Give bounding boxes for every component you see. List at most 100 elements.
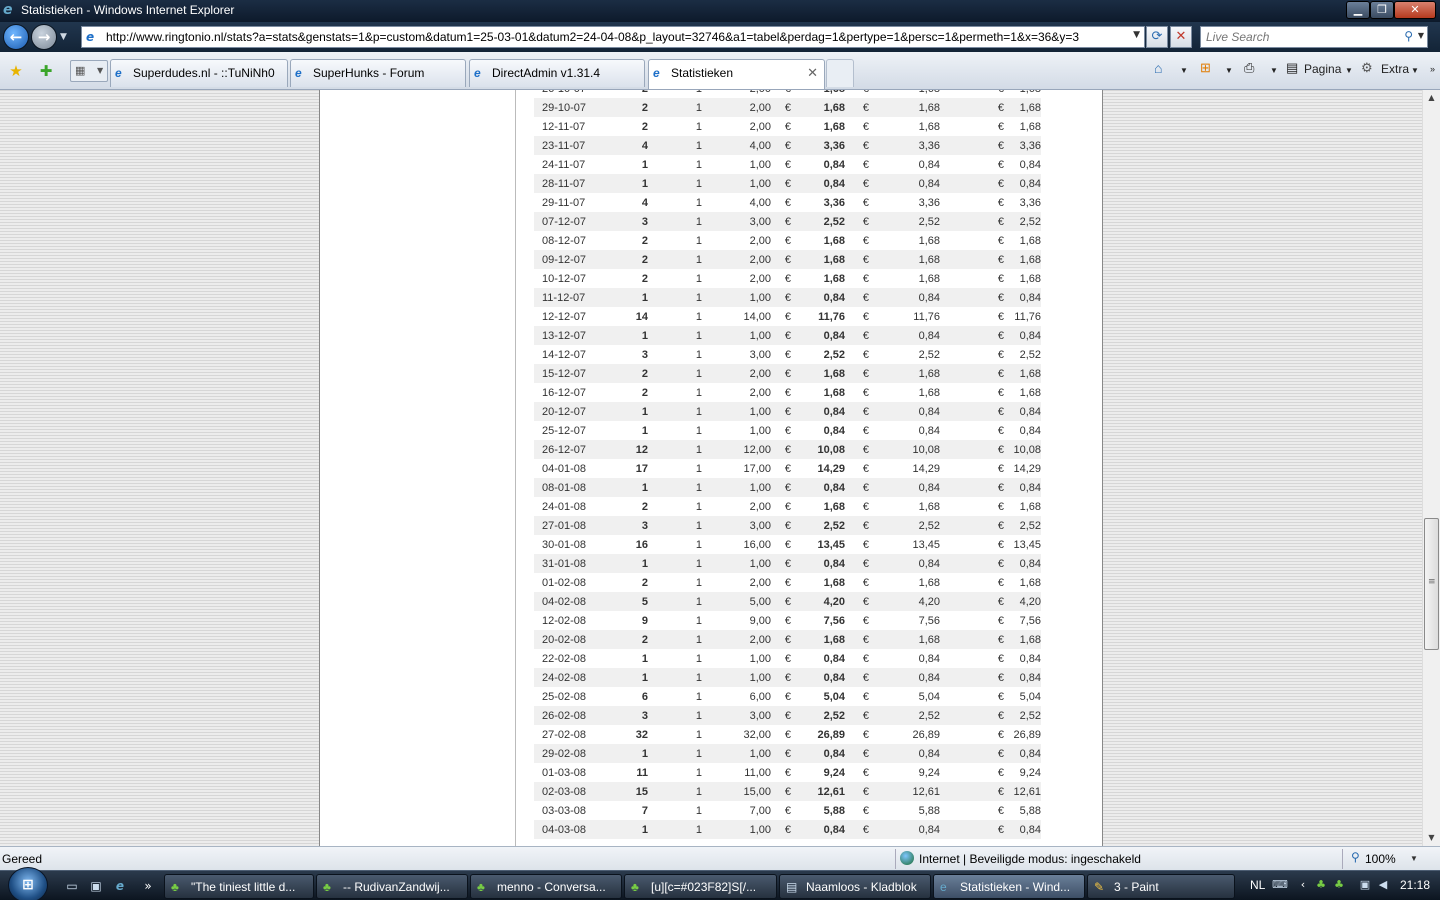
overflow-chevron-icon[interactable]: » — [1430, 64, 1435, 74]
gross-amount-cell: 1,00 — [702, 478, 771, 497]
page-dropdown-icon[interactable]: ▼ — [1345, 66, 1353, 75]
date-cell: 24-01-08 — [542, 500, 587, 513]
new-tab-button[interactable] — [826, 59, 854, 87]
msn-tray-icon-2[interactable]: ♣ — [1332, 878, 1346, 892]
total-amount-cell: 0,84 — [1004, 288, 1041, 307]
back-button[interactable]: ← — [3, 24, 29, 50]
ie-quicklaunch-icon[interactable]: e — [112, 878, 128, 894]
search-dropdown-icon[interactable]: ▼ — [1418, 31, 1424, 40]
currency-cell: € — [771, 402, 791, 421]
payout-amount-cell: 0,84 — [869, 478, 940, 497]
switch-windows-icon[interactable]: ▣ — [88, 878, 104, 894]
clock[interactable]: 21:18 — [1400, 878, 1430, 892]
feeds-dropdown-icon[interactable]: ▼ — [1225, 66, 1233, 75]
count-cell: 1 — [641, 652, 648, 665]
payout-amount-cell: 2,52 — [869, 706, 940, 725]
print-icon[interactable]: ⎙ — [1244, 60, 1254, 76]
payout-amount-cell: 1,68 — [869, 630, 940, 649]
tab-directadmin[interactable]: e DirectAdmin v1.31.4 — [469, 59, 645, 87]
vertical-scrollbar[interactable]: ▲ ≡ ▼ — [1422, 90, 1440, 846]
taskbar-button[interactable]: e Statistieken - Wind... — [933, 874, 1085, 899]
scroll-down-arrow-icon[interactable]: ▼ — [1423, 830, 1440, 846]
address-bar[interactable]: e http://www.ringtonio.nl/stats?a=stats&… — [81, 26, 1145, 48]
currency-cell: € — [845, 820, 869, 839]
address-dropdown-icon[interactable]: ▼ — [1133, 30, 1140, 40]
table-row: 12-02-08 9 1 9,00 €7,56 €7,56 €7,56 — [534, 611, 1041, 630]
zoom-level[interactable]: 100% — [1365, 852, 1396, 866]
gross-amount-cell: 1,00 — [749, 424, 771, 437]
currency-cell: € — [940, 820, 1004, 839]
stop-button[interactable]: ✕ — [1170, 26, 1192, 48]
tools-menu-button[interactable]: Extra — [1381, 62, 1409, 76]
close-window-button[interactable]: ✕ — [1394, 1, 1436, 19]
count-cell: 14 — [635, 310, 648, 323]
date-cell: 08-12-07 — [542, 234, 587, 247]
tab-superhunks[interactable]: e SuperHunks - Forum — [290, 59, 466, 87]
type-cell: 1 — [695, 462, 702, 475]
scroll-thumb[interactable]: ≡ — [1424, 518, 1439, 650]
tab-label: Statistieken — [671, 66, 734, 80]
gross-amount-cell: 4,00 — [702, 136, 771, 155]
url-text[interactable]: http://www.ringtonio.nl/stats?a=stats&ge… — [106, 30, 1126, 44]
taskbar-button[interactable]: ♣ "The tiniest little d... — [164, 874, 314, 899]
net-amount-cell: 1,68 — [823, 386, 845, 399]
search-input[interactable] — [1206, 29, 1396, 45]
gross-amount-cell: 2,00 — [702, 630, 771, 649]
feeds-icon[interactable]: ⊞ — [1200, 60, 1211, 76]
print-dropdown-icon[interactable]: ▼ — [1270, 66, 1278, 75]
security-zone-text[interactable]: Internet | Beveiligde modus: ingeschakel… — [919, 852, 1141, 866]
refresh-button[interactable]: ⟳ — [1146, 26, 1168, 48]
date-cell: 14-12-07 — [542, 348, 587, 361]
add-favorite-icon[interactable]: ✚ — [36, 61, 56, 81]
msn-tray-icon[interactable]: ♣ — [1314, 878, 1328, 892]
taskbar-button[interactable]: ▤ Naamloos - Kladblok — [779, 874, 931, 899]
network-icon[interactable]: ▣ — [1358, 878, 1372, 892]
taskbar-button[interactable]: ♣ -- RudivanZandwij... — [316, 874, 468, 899]
count-cell: 2 — [604, 98, 648, 117]
maximize-button[interactable]: ❐ — [1370, 1, 1394, 19]
tab-statistieken[interactable]: e Statistieken ✕ — [648, 59, 825, 89]
quicklaunch-chevron-icon[interactable]: » — [140, 878, 156, 894]
taskbar-button[interactable]: ♣ menno - Conversa... — [470, 874, 622, 899]
currency-cell: € — [784, 804, 791, 817]
home-dropdown-icon[interactable]: ▼ — [1180, 66, 1188, 75]
table-row: 24-02-08 1 1 1,00 €0,84 €0,84 €0,84 — [534, 668, 1041, 687]
table-row: 24-11-07 1 1 1,00 €0,84 €0,84 €0,84 — [534, 155, 1041, 174]
payout-amount-cell: 1,68 — [918, 386, 940, 399]
show-desktop-icon[interactable]: ▭ — [64, 878, 80, 894]
currency-cell: € — [845, 326, 869, 345]
language-indicator[interactable]: NL — [1250, 878, 1265, 892]
type-cell: 1 — [695, 272, 702, 285]
start-button[interactable]: ⊞ — [8, 867, 48, 900]
currency-cell: € — [997, 614, 1004, 627]
gross-amount-cell: 17,00 — [743, 462, 771, 475]
quick-tabs-button[interactable]: ▦ ▼ — [70, 60, 108, 82]
table-row: 11-12-07 1 1 1,00 €0,84 €0,84 €0,84 — [534, 288, 1041, 307]
keyboard-icon[interactable]: ⌨ — [1272, 878, 1288, 892]
tab-list-dropdown-icon[interactable]: ▼ — [97, 66, 103, 75]
search-box[interactable]: ⚲ ▼ — [1200, 26, 1428, 48]
taskbar-button[interactable]: ✎ 3 - Paint — [1087, 874, 1235, 899]
payout-amount-cell: 9,24 — [918, 766, 940, 779]
count-cell: 3 — [641, 348, 648, 361]
home-icon[interactable]: ⌂ — [1154, 60, 1162, 76]
net-amount-cell: 0,84 — [823, 652, 845, 665]
zoom-dropdown-icon[interactable]: ▼ — [1410, 854, 1418, 863]
page-menu-button[interactable]: Pagina — [1304, 62, 1341, 76]
favorites-star-icon[interactable]: ★ — [6, 61, 26, 81]
grip-icon: ≡ — [1428, 577, 1436, 587]
scroll-up-arrow-icon[interactable]: ▲ — [1423, 90, 1440, 106]
close-tab-icon[interactable]: ✕ — [807, 65, 818, 81]
taskbar-button[interactable]: ♣ [u][c=#023F82]S[/... — [624, 874, 777, 899]
msn-icon: ♣ — [171, 880, 179, 894]
tab-superdudes[interactable]: e Superdudes.nl - ::TuNiNh0 — [110, 59, 288, 87]
history-dropdown-icon[interactable]: ▼ — [60, 30, 72, 44]
currency-cell: € — [940, 250, 1004, 269]
tray-expand-icon[interactable]: ‹ — [1296, 878, 1310, 892]
search-icon[interactable]: ⚲ — [1404, 29, 1413, 43]
volume-icon[interactable]: ◀ — [1376, 878, 1390, 892]
minimize-button[interactable]: ▁ — [1346, 1, 1370, 19]
tools-dropdown-icon[interactable]: ▼ — [1411, 66, 1419, 75]
table-row: 26-12-07 12 1 12,00 €10,08 €10,08 €10,08 — [534, 440, 1041, 459]
forward-button[interactable]: → — [31, 24, 57, 50]
